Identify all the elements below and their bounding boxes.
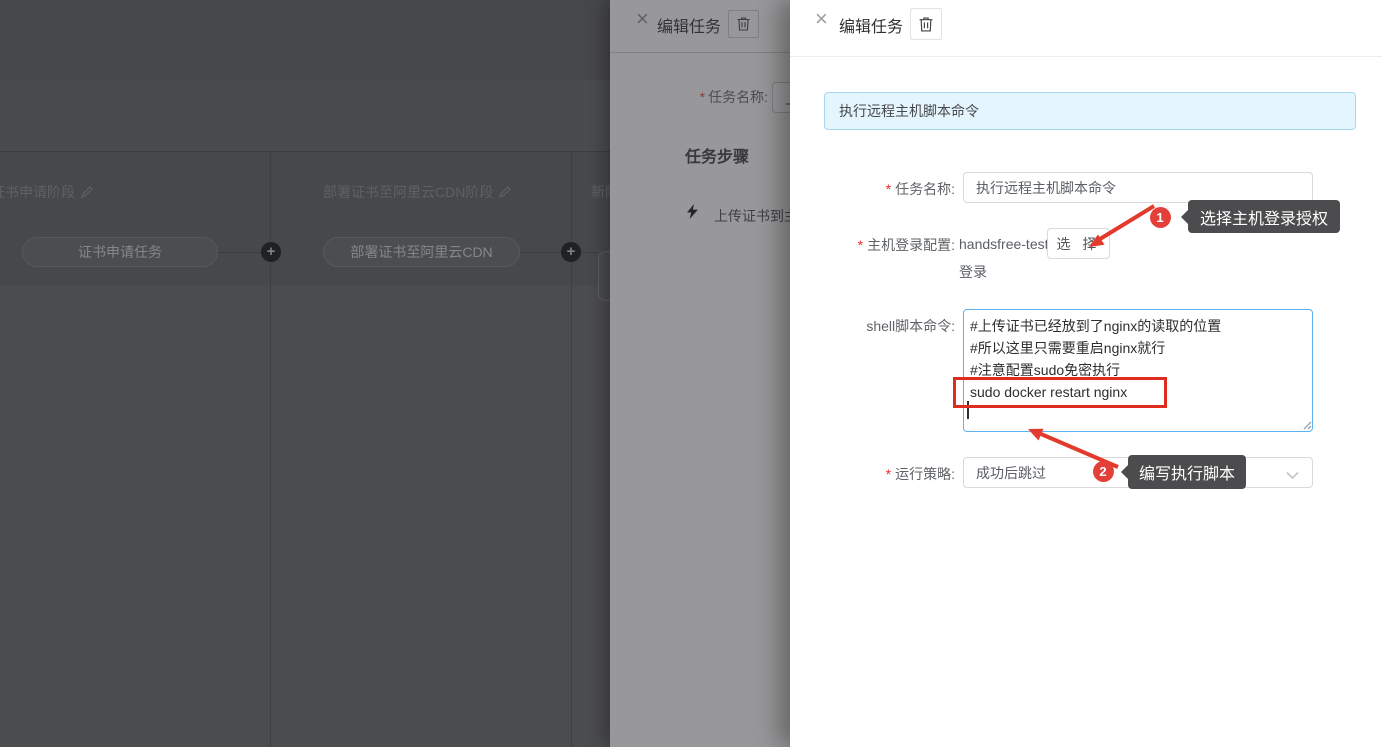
shell-script-label: shell脚本命令: xyxy=(790,316,955,336)
delete-task-button[interactable] xyxy=(910,8,942,40)
stage-divider xyxy=(270,151,271,747)
task-name-input[interactable]: 上 xyxy=(772,82,790,113)
annotation-badge-2: 2 xyxy=(1093,461,1114,482)
delete-task-button[interactable] xyxy=(728,10,759,38)
step-item-label[interactable]: 上传证书到主 xyxy=(714,206,790,226)
task-name-label: *任务名称: xyxy=(790,179,955,199)
drawer-title: 编辑任务 xyxy=(839,13,903,37)
annotation-tooltip-1: 选择主机登录授权 xyxy=(1188,200,1340,233)
edit-task-drawer: × 编辑任务 执行远程主机脚本命令 *任务名称: 执行远程主机脚本命令 *主机登… xyxy=(790,0,1382,747)
add-task-button[interactable]: + xyxy=(261,242,281,262)
edit-pencil-icon[interactable] xyxy=(81,185,93,201)
connector-line xyxy=(218,252,261,253)
connector-line xyxy=(520,252,561,253)
resize-grip-icon[interactable] xyxy=(1301,417,1312,435)
task-name-label: *任务名称: xyxy=(610,87,768,107)
required-mark: * xyxy=(700,89,705,105)
drawer-title: 编辑任务 xyxy=(657,13,721,37)
required-mark: * xyxy=(886,466,891,482)
trash-icon xyxy=(919,17,933,32)
task-name-input[interactable]: 执行远程主机脚本命令 xyxy=(963,172,1313,203)
task-pill-cert-apply[interactable]: 证书申请任务 xyxy=(22,237,218,267)
host-login-value: handsfree-test xyxy=(959,236,1049,252)
tooltip-arrow xyxy=(1121,465,1128,479)
annotation-badge-1: 1 xyxy=(1150,207,1171,228)
edit-task-drawer-behind: × 编辑任务 *任务名称: 上 任务步骤 上传证书到主 xyxy=(610,0,790,747)
run-strategy-label: *运行策略: xyxy=(790,464,955,484)
tooltip-arrow xyxy=(1181,210,1188,224)
host-login-label: *主机登录配置: xyxy=(790,235,955,255)
drawer-header-divider xyxy=(790,56,1382,57)
chevron-down-icon xyxy=(1286,467,1299,485)
task-pill-deploy-cdn[interactable]: 部署证书至阿里云CDN xyxy=(323,237,520,267)
close-icon[interactable]: × xyxy=(815,10,828,28)
annotation-highlight-rect xyxy=(953,377,1167,408)
required-mark: * xyxy=(858,237,863,253)
required-mark: * xyxy=(886,181,891,197)
drawer-header-divider xyxy=(610,52,790,53)
add-task-button[interactable]: + xyxy=(561,242,581,262)
lightning-icon xyxy=(687,204,698,224)
annotation-tooltip-2: 编写执行脚本 xyxy=(1128,455,1246,489)
select-host-button[interactable]: 选 择 xyxy=(1047,228,1110,259)
edit-pencil-icon[interactable] xyxy=(499,185,511,201)
shell-script-textarea[interactable]: #上传证书已经放到了nginx的读取的位置 #所以这里只需要重启nginx就行 … xyxy=(963,309,1313,432)
stage-title: 证书申请阶段 xyxy=(0,182,93,202)
stage-divider xyxy=(571,151,572,747)
connector-line xyxy=(581,252,598,253)
stage-title: 部署证书至阿里云CDN阶段 xyxy=(323,182,511,202)
host-login-value-wrap: 登录 xyxy=(959,262,987,282)
trash-icon xyxy=(737,17,750,31)
close-icon[interactable]: × xyxy=(636,10,649,28)
info-banner: 执行远程主机脚本命令 xyxy=(824,92,1356,130)
screen: 证书申请阶段 部署证书至阿里云CDN阶段 新阶段 证书申请任务 部署证书至阿里云… xyxy=(0,0,1382,747)
task-steps-heading: 任务步骤 xyxy=(685,143,749,167)
